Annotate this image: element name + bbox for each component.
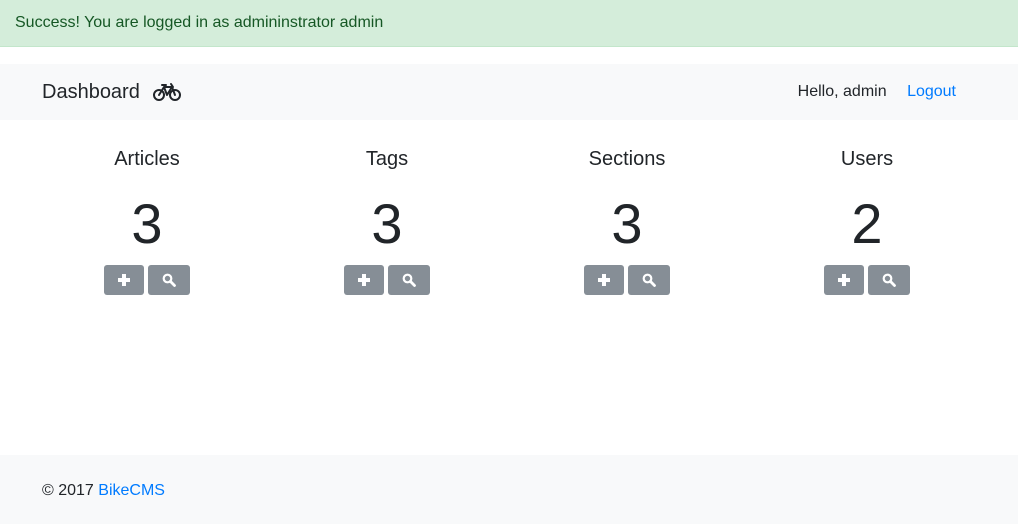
search-icon <box>402 273 416 287</box>
stat-count: 3 <box>131 192 163 255</box>
plus-icon <box>118 274 130 286</box>
plus-icon <box>598 274 610 286</box>
add-user-button[interactable] <box>824 265 864 295</box>
stat-actions <box>584 265 670 295</box>
search-users-button[interactable] <box>868 265 910 295</box>
navbar-brand[interactable]: Dashboard <box>42 64 140 120</box>
stat-actions <box>344 265 430 295</box>
search-icon <box>642 273 656 287</box>
alert-message: Success! You are logged in as admininstr… <box>15 14 384 31</box>
user-greeting: Hello, admin <box>797 83 887 100</box>
footer-copyright: © 2017 BikeCMS <box>42 455 165 527</box>
search-articles-button[interactable] <box>148 265 190 295</box>
stat-count: 2 <box>851 192 883 255</box>
copyright-text: © 2017 <box>42 482 94 499</box>
stat-title: Tags <box>365 148 409 170</box>
add-tag-button[interactable] <box>344 265 384 295</box>
footer: © 2017 BikeCMS <box>0 455 1018 524</box>
stat-count: 3 <box>371 192 403 255</box>
stat-title: Articles <box>114 148 180 170</box>
logout-link[interactable]: Logout <box>907 83 956 100</box>
plus-icon <box>358 274 370 286</box>
search-tags-button[interactable] <box>388 265 430 295</box>
plus-icon <box>838 274 850 286</box>
add-article-button[interactable] <box>104 265 144 295</box>
stat-title: Sections <box>588 148 666 170</box>
footer-bikecms-link[interactable]: BikeCMS <box>98 482 165 499</box>
search-icon <box>882 273 896 287</box>
bicycle-icon <box>152 82 182 102</box>
search-icon <box>162 273 176 287</box>
stat-actions <box>824 265 910 295</box>
stat-title: Users <box>840 148 894 170</box>
success-alert: Success! You are logged in as admininstr… <box>0 0 1018 47</box>
navbar: Dashboard Hello, admin Logout <box>0 64 1018 120</box>
stat-count: 3 <box>611 192 643 255</box>
add-section-button[interactable] <box>584 265 624 295</box>
navbar-user-area: Hello, admin Logout <box>798 64 956 120</box>
stat-actions <box>104 265 190 295</box>
dashboard-stats: Articles 3 Tags 3 Sections 3 Users 2 <box>27 120 987 320</box>
search-sections-button[interactable] <box>628 265 670 295</box>
